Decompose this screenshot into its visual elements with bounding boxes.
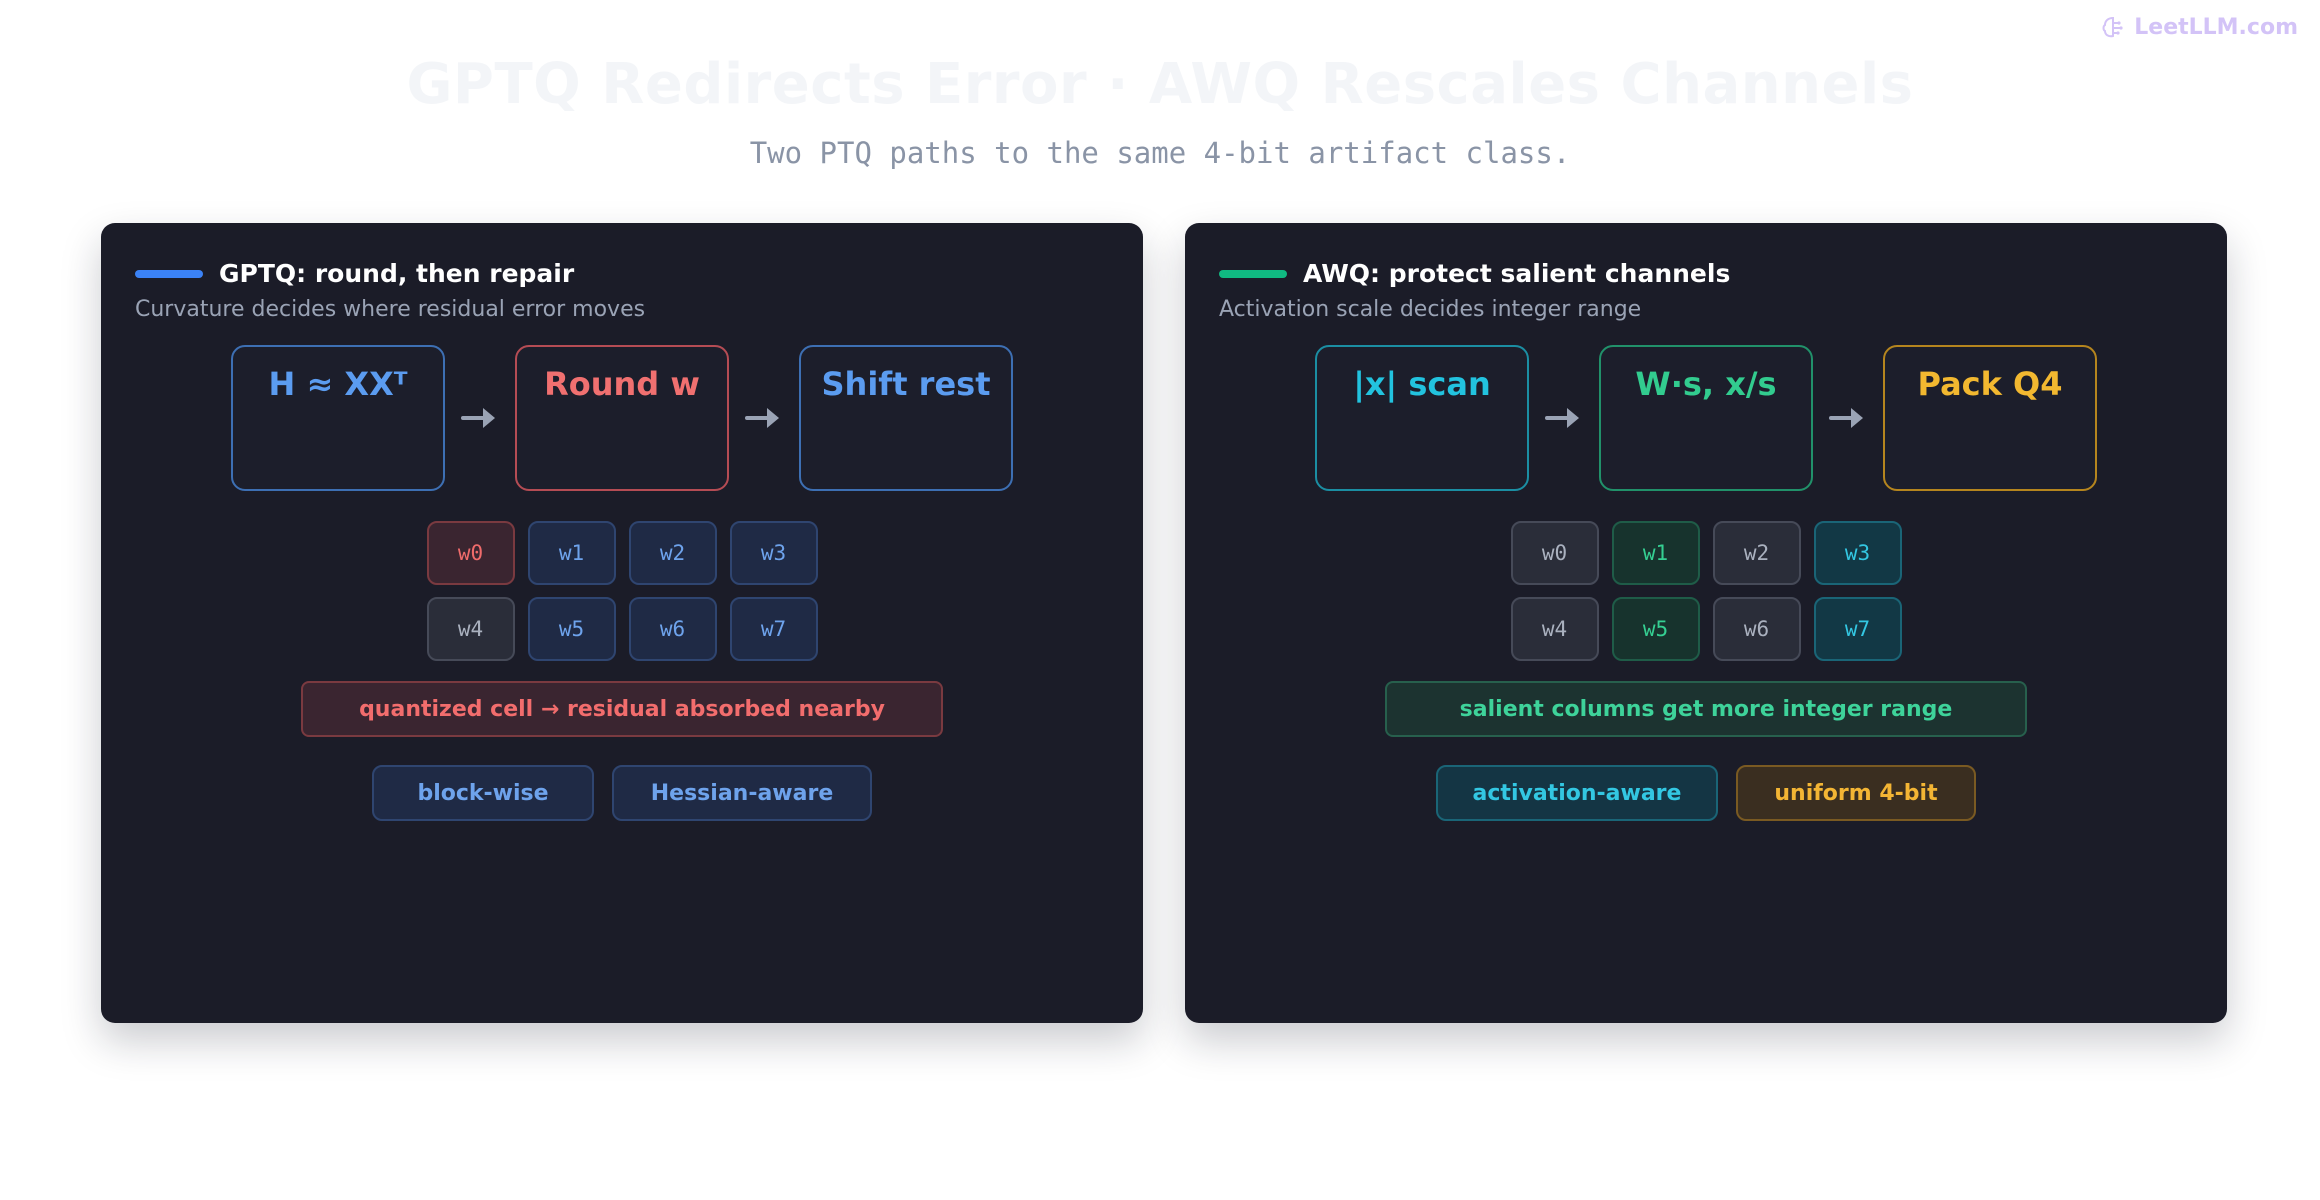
arrow-right-icon (445, 345, 515, 491)
weight-cell: w1 (1611, 521, 1700, 585)
brand[interactable]: LeetLLM.com (2100, 14, 2298, 40)
brand-label: LeetLLM.com (2134, 14, 2298, 40)
panel-title: GPTQ: round, then repair (219, 259, 575, 288)
tag-list: block-wise Hessian-aware (101, 765, 1143, 821)
weight-cell: w3 (729, 521, 818, 585)
grid-row: w4 w5 w6 w7 (426, 597, 818, 661)
tag-block-wise: block-wise (372, 765, 594, 821)
grid-row: w0 w1 w2 w3 (1510, 521, 1902, 585)
stage-round: Round w (515, 345, 729, 491)
residual-note: quantized cell → residual absorbed nearb… (301, 681, 943, 737)
panel-header: AWQ: protect salient channels (1219, 259, 1730, 288)
tag-list: activation-aware uniform 4-bit (1185, 765, 2227, 821)
weight-cell: w4 (426, 597, 515, 661)
stage-label: W·s, x/s (1635, 365, 1777, 403)
stage-pack: Pack Q4 (1883, 345, 2097, 491)
weight-cell: w4 (1510, 597, 1599, 661)
pipeline-flow: H ≈ XXᵀ Round w Shift rest (101, 345, 1143, 491)
weight-grid: w0 w1 w2 w3 w4 w5 w6 w7 (101, 521, 1143, 661)
weight-cell: w5 (527, 597, 616, 661)
awq-panel: AWQ: protect salient channels Activation… (1185, 223, 2227, 1023)
accent-bar (135, 269, 203, 278)
weight-cell: w2 (628, 521, 717, 585)
stage-label: |x| scan (1353, 365, 1491, 403)
panel-description: Curvature decides where residual error m… (135, 297, 646, 322)
page-title: GPTQ Redirects Error · AWQ Rescales Chan… (406, 52, 1914, 117)
weight-cell: w5 (1611, 597, 1700, 661)
accent-bar (1219, 269, 1287, 278)
grid-row: w0 w1 w2 w3 (426, 521, 818, 585)
weight-cell: w0 (426, 521, 515, 585)
weight-cell: w7 (729, 597, 818, 661)
weight-cell: w6 (1712, 597, 1801, 661)
brain-icon (2102, 16, 2123, 38)
stage-scan: |x| scan (1315, 345, 1529, 491)
panel-title: AWQ: protect salient channels (1303, 259, 1731, 288)
tag-hessian-aware: Hessian-aware (612, 765, 872, 821)
grid-row: w4 w5 w6 w7 (1510, 597, 1902, 661)
panel-description: Activation scale decides integer range (1219, 297, 1642, 322)
weight-cell: w7 (1813, 597, 1902, 661)
weight-cell: w1 (527, 521, 616, 585)
stage-label: H ≈ XXᵀ (268, 365, 408, 403)
tag-activation-aware: activation-aware (1436, 765, 1718, 821)
stage-label: Shift rest (821, 365, 991, 403)
arrow-right-icon (1529, 345, 1599, 491)
arrow-right-icon (1813, 345, 1883, 491)
weight-cell: w3 (1813, 521, 1902, 585)
stage-shift: Shift rest (799, 345, 1013, 491)
stage-hessian: H ≈ XXᵀ (231, 345, 445, 491)
gptq-panel: GPTQ: round, then repair Curvature decid… (101, 223, 1143, 1023)
salient-note: salient columns get more integer range (1385, 681, 2027, 737)
tag-uniform-4bit: uniform 4-bit (1736, 765, 1976, 821)
weight-cell: w6 (628, 597, 717, 661)
stage-label: Pack Q4 (1917, 365, 2063, 403)
pipeline-flow: |x| scan W·s, x/s Pack Q4 (1185, 345, 2227, 491)
weight-cell: w2 (1712, 521, 1801, 585)
weight-cell: w0 (1510, 521, 1599, 585)
page-subtitle: Two PTQ paths to the same 4-bit artifact… (749, 136, 1571, 170)
weight-grid: w0 w1 w2 w3 w4 w5 w6 w7 (1185, 521, 2227, 661)
stage-scale: W·s, x/s (1599, 345, 1813, 491)
panel-header: GPTQ: round, then repair (135, 259, 574, 288)
stage-label: Round w (544, 365, 700, 403)
arrow-right-icon (729, 345, 799, 491)
